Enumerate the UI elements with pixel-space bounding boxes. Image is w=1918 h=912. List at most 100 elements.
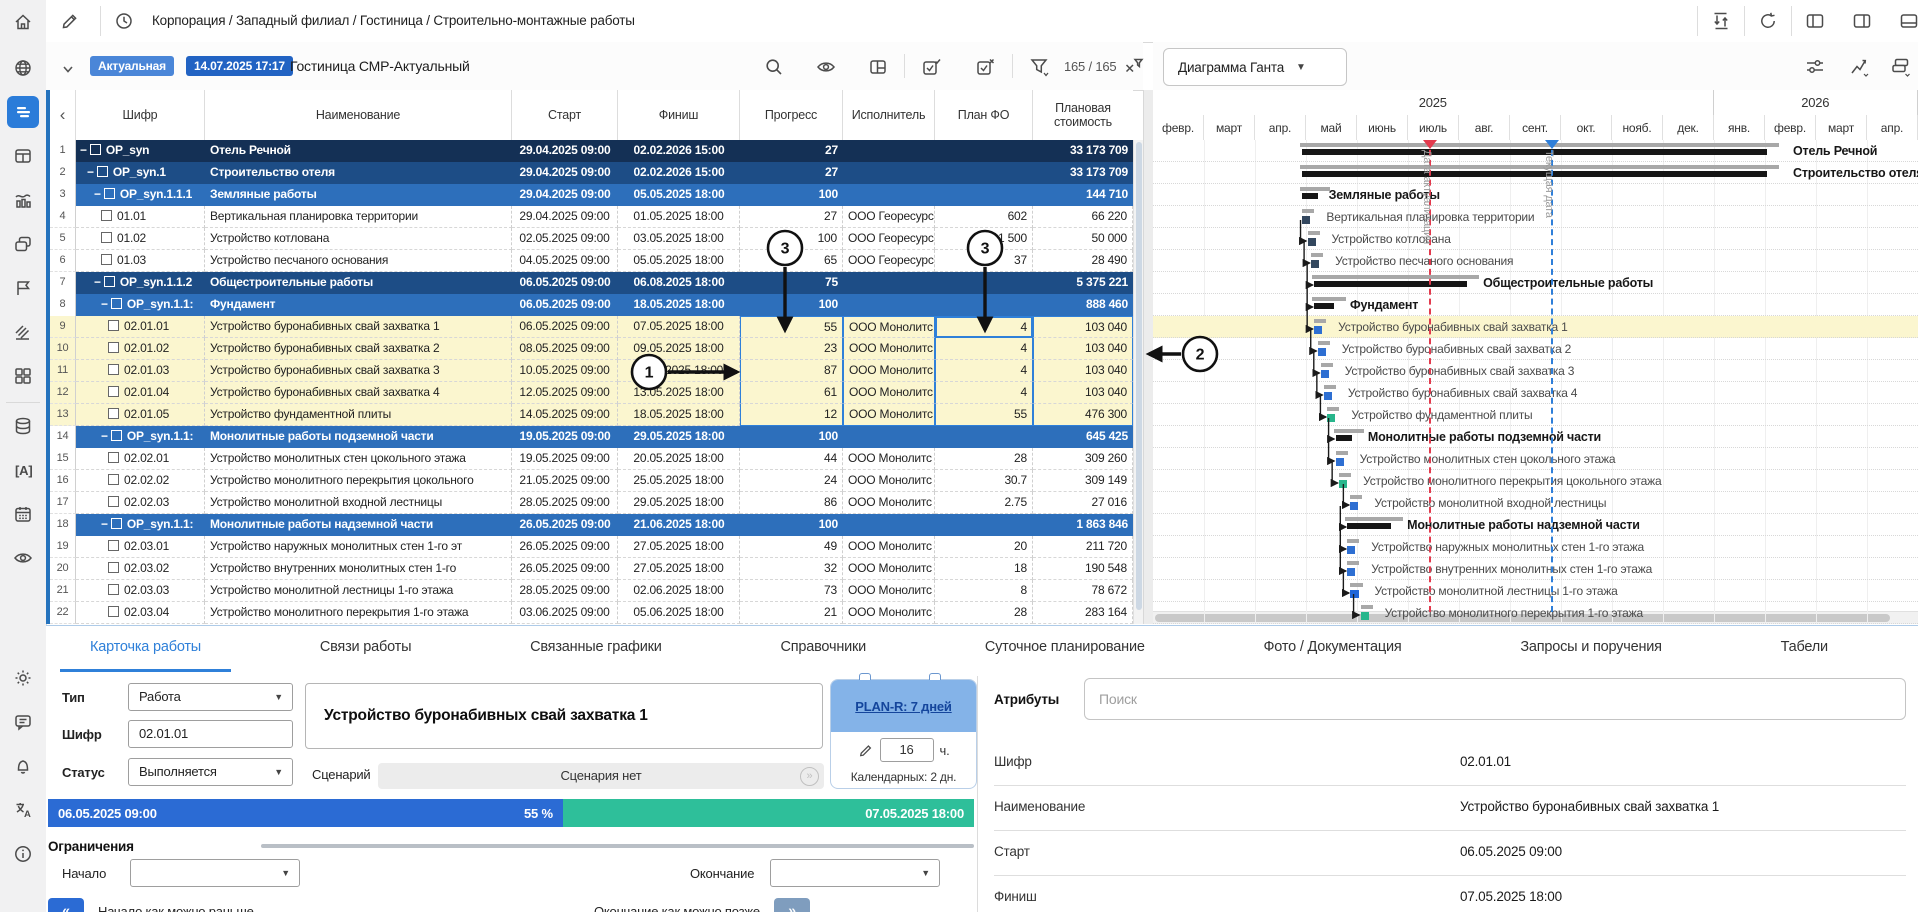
cell-plan-fo[interactable]: 20 [935, 536, 1033, 558]
column-header-plan-fo[interactable]: План ФО [935, 90, 1033, 140]
cell-plan-fo[interactable] [935, 294, 1033, 316]
cell-plan-fo[interactable] [935, 162, 1033, 184]
cell-finish[interactable]: 03.05.2025 18:00 [618, 228, 740, 250]
column-header-finish[interactable]: Финиш [618, 90, 740, 140]
cell-name[interactable]: Вертикальная планировка территории [205, 206, 512, 228]
column-header-executor[interactable]: Исполнитель [843, 90, 935, 140]
cell-cost[interactable]: 476 300 [1033, 404, 1133, 426]
table-row[interactable]: 1−OP_synОтель Речной29.04.2025 09:0002.0… [50, 140, 1133, 162]
row-number[interactable]: 7 [50, 272, 76, 294]
cell-progress[interactable]: 23 [740, 338, 843, 360]
cell-finish[interactable]: 20.05.2025 18:00 [618, 448, 740, 470]
cell-name[interactable]: Устройство монолитного перекрытия цоколь… [205, 470, 512, 492]
task-bar[interactable] [1318, 348, 1326, 356]
chart-wave-icon[interactable] [7, 184, 39, 216]
cell-executor[interactable]: ООО Монолитс [843, 536, 935, 558]
comments-icon[interactable] [7, 706, 39, 738]
row-number[interactable]: 13 [50, 404, 76, 426]
cell-cost[interactable]: 190 548 [1033, 558, 1133, 580]
cell-start[interactable]: 26.05.2025 09:00 [512, 514, 618, 536]
watch-eye-icon[interactable] [814, 55, 838, 79]
summary-bar[interactable] [1302, 149, 1767, 155]
cell-finish[interactable]: 02.02.2026 15:00 [618, 140, 740, 162]
cell-code[interactable]: 02.01.02 [76, 338, 205, 360]
cell-start[interactable]: 08.05.2025 09:00 [512, 338, 618, 360]
table-row[interactable]: 2002.03.02Устройство внутренних монолитн… [50, 558, 1133, 580]
cell-cost[interactable]: 103 040 [1033, 316, 1133, 338]
summary-bar[interactable] [1302, 193, 1318, 199]
cell-name[interactable]: Устройство котлована [205, 228, 512, 250]
edit-hours-pencil-icon[interactable] [858, 742, 874, 758]
row-number[interactable]: 14 [50, 426, 76, 448]
cell-plan-fo[interactable]: 55 [935, 404, 1033, 426]
table-row[interactable]: 14−OP_syn.1.1:Монолитные работы подземно… [50, 426, 1133, 448]
cell-progress[interactable]: 100 [740, 514, 843, 536]
cell-name[interactable]: Монолитные работы подземной части [205, 426, 512, 448]
cell-executor[interactable]: ООО Георесурс [843, 228, 935, 250]
cell-finish[interactable]: 13.05.2025 18:00 [618, 382, 740, 404]
cell-executor[interactable]: ООО Монолитс [843, 316, 935, 338]
flag-icon[interactable] [7, 272, 39, 304]
hours-input[interactable]: 16 [880, 738, 934, 762]
cell-start[interactable]: 03.06.2025 09:00 [512, 602, 618, 624]
cell-start[interactable]: 10.05.2025 09:00 [512, 360, 618, 382]
tab-4[interactable]: Справочники [750, 626, 896, 669]
layout-split-right-icon[interactable] [1850, 9, 1874, 33]
row-checkbox[interactable] [108, 364, 119, 375]
history-clock-icon[interactable] [112, 9, 136, 33]
cell-code[interactable]: −OP_syn.1.1: [76, 426, 205, 448]
task-bar[interactable] [1350, 590, 1358, 598]
cell-finish[interactable]: 07.05.2025 18:00 [618, 316, 740, 338]
cell-plan-fo[interactable]: 18 [935, 558, 1033, 580]
cell-finish[interactable]: 21.06.2025 18:00 [618, 514, 740, 536]
cell-name[interactable]: Устройство монолитной лестницы 1-го этаж… [205, 580, 512, 602]
refresh-icon[interactable] [1756, 9, 1780, 33]
column-header-start[interactable]: Старт [512, 90, 618, 140]
attribute-row[interactable]: Финиш07.05.2025 18:00 [994, 875, 1906, 912]
cell-finish[interactable]: 18.05.2025 18:00 [618, 294, 740, 316]
columns-layout-icon[interactable] [866, 55, 890, 79]
cell-start[interactable]: 06.05.2025 09:00 [512, 272, 618, 294]
row-number[interactable]: 11 [50, 360, 76, 382]
cell-start[interactable]: 29.04.2025 09:00 [512, 162, 618, 184]
cell-start[interactable]: 12.05.2025 09:00 [512, 382, 618, 404]
cell-executor[interactable]: ООО Монолитс [843, 338, 935, 360]
end-constraint-select[interactable]: ▼ [770, 859, 940, 887]
attribute-row[interactable]: Шифр02.01.01 [994, 740, 1906, 786]
cell-executor[interactable]: ООО Монолитс [843, 602, 935, 624]
cell-cost[interactable]: 28 490 [1033, 250, 1133, 272]
cell-executor[interactable]: ООО Монолитс [843, 558, 935, 580]
collapse-chevron-icon[interactable]: ‹ [50, 90, 76, 140]
cell-progress[interactable]: 73 [740, 580, 843, 602]
summary-bar[interactable] [1314, 281, 1467, 287]
expand-minus-icon[interactable]: − [87, 165, 94, 179]
table-row[interactable]: 1602.02.02Устройство монолитного перекры… [50, 470, 1133, 492]
row-checkbox[interactable] [108, 540, 119, 551]
table-row[interactable]: 1902.03.01Устройство наружных монолитных… [50, 536, 1133, 558]
datetime-badge[interactable]: 14.07.2025 17:17 [186, 56, 293, 76]
cell-progress[interactable]: 87 [740, 360, 843, 382]
cell-start[interactable]: 29.04.2025 09:00 [512, 184, 618, 206]
row-number[interactable]: 16 [50, 470, 76, 492]
cell-finish[interactable]: 02.02.2026 15:00 [618, 162, 740, 184]
table-row[interactable]: 7−OP_syn.1.1.2Общестроительные работы06.… [50, 272, 1133, 294]
attribute-row[interactable]: Старт06.05.2025 09:00 [994, 830, 1906, 876]
cell-plan-fo[interactable]: 28 [935, 602, 1033, 624]
cell-finish[interactable]: 09.05.2025 18:00 [618, 338, 740, 360]
cell-finish[interactable]: 27.05.2025 18:00 [618, 536, 740, 558]
database-icon[interactable] [7, 410, 39, 442]
cell-cost[interactable]: 309 149 [1033, 470, 1133, 492]
tab-7[interactable]: Запросы и поручения [1490, 626, 1691, 669]
cell-plan-fo[interactable]: 4 [935, 338, 1033, 360]
table-row[interactable]: 1702.02.03Устройство монолитной входной … [50, 492, 1133, 514]
summary-bar[interactable] [1336, 435, 1352, 441]
cell-cost[interactable]: 33 173 709 [1033, 162, 1133, 184]
cell-progress[interactable]: 100 [740, 184, 843, 206]
cell-code[interactable]: 01.01 [76, 206, 205, 228]
cell-plan-fo[interactable]: 2.75 [935, 492, 1033, 514]
table-row[interactable]: 501.02Устройство котлована02.05.2025 09:… [50, 228, 1133, 250]
cell-start[interactable]: 26.05.2025 09:00 [512, 536, 618, 558]
task-bar[interactable] [1314, 326, 1322, 334]
expand-minus-icon[interactable]: − [94, 187, 101, 201]
cell-code[interactable]: 02.01.01 [76, 316, 205, 338]
